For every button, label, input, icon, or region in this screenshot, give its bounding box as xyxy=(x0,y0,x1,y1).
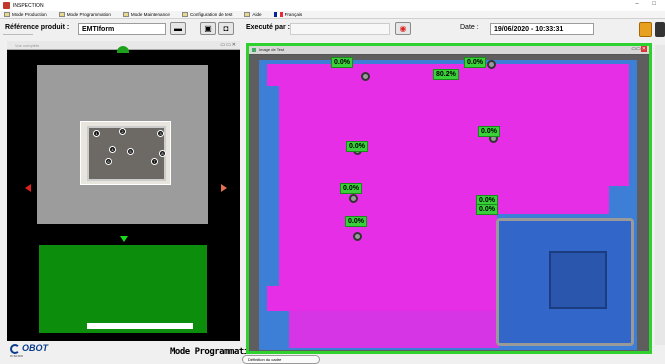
marker: 5 xyxy=(127,148,134,155)
marker: 6 xyxy=(105,158,112,165)
coverage-label: 0.0% xyxy=(476,204,498,215)
panel-controls[interactable]: ▭▭✕ xyxy=(220,42,237,48)
marker: 1 xyxy=(93,130,100,137)
marker: 3 xyxy=(157,130,164,137)
app-icon xyxy=(3,2,10,9)
open-folder-button[interactable]: ▬ xyxy=(170,22,186,35)
programming-icon xyxy=(58,12,65,17)
camera-icon: ◘ xyxy=(223,24,229,33)
maintenance-icon xyxy=(122,12,129,17)
progress-bar xyxy=(87,323,193,329)
previous-arrow-icon[interactable] xyxy=(25,184,31,192)
menu-bar: Mode Production Mode Programmation Mode … xyxy=(0,11,665,19)
production-icon xyxy=(4,12,10,17)
date-label: Date : xyxy=(460,24,479,31)
date-field: 19/06/2020 - 10:33:31 xyxy=(490,23,594,35)
menu-language[interactable]: Français xyxy=(273,12,302,17)
progress-fill xyxy=(88,324,192,328)
pcb-edge-left xyxy=(267,86,279,286)
image-icon xyxy=(252,48,256,52)
marker: 8 xyxy=(159,150,166,157)
logo-icon xyxy=(10,343,20,354)
menu-mode-production[interactable]: Mode Production xyxy=(4,12,47,17)
sub-divider xyxy=(3,32,33,35)
executed-label: Executé par : xyxy=(246,24,290,31)
test-image-panel: Image de Test ▭▭✕ 0.0% 80.2% 0.0% 0.0% 0… xyxy=(246,43,652,354)
mount-hole xyxy=(487,60,496,69)
pcb-edge-right xyxy=(609,186,637,216)
coverage-label: 0.0% xyxy=(346,141,368,152)
result-block xyxy=(39,245,207,333)
test-image-titlebar: Image de Test ▭▭✕ xyxy=(249,46,649,54)
power-button[interactable]: ◉ xyxy=(395,22,411,35)
marker: 2 xyxy=(119,128,126,135)
executed-field[interactable] xyxy=(290,23,390,35)
coverage-label: 0.0% xyxy=(340,183,362,194)
marker: 7 xyxy=(151,158,158,165)
board-thumbnail-image: 1 2 3 4 5 6 7 8 xyxy=(87,126,166,181)
logo: OBOT VISION xyxy=(10,343,48,358)
reference-field[interactable]: EMTIform xyxy=(78,23,166,35)
power-icon: ◉ xyxy=(399,24,407,33)
overview-panel: Vue complète ▭▭✕ 1 2 3 4 5 6 7 8 xyxy=(7,41,240,341)
menu-configuration[interactable]: Configuration de test xyxy=(181,12,232,17)
title-bar: INSPECTION – □ xyxy=(0,0,665,11)
right-edge-panel xyxy=(655,45,665,345)
mount-hole xyxy=(353,232,362,241)
reference-label: Référence produit : xyxy=(5,24,70,31)
coverage-label: 0.0% xyxy=(331,57,353,68)
flag-fr-icon xyxy=(273,12,283,17)
test-image-title: Image de Test xyxy=(259,47,285,52)
toolbar: Référence produit : EMTIform ▬ ▣ ◘ Execu… xyxy=(0,20,665,42)
coverage-label: 0.0% xyxy=(478,126,500,137)
config-icon xyxy=(181,12,188,17)
next-arrow-icon[interactable] xyxy=(221,184,227,192)
menu-mode-maintenance[interactable]: Mode Maintenance xyxy=(122,12,170,17)
menu-aide[interactable]: Aide xyxy=(244,12,262,17)
window-controls[interactable]: – □ xyxy=(635,1,662,7)
camera-button[interactable]: ◘ xyxy=(218,22,234,35)
disk-icon: ▣ xyxy=(204,24,212,33)
defect-region-mid xyxy=(267,211,497,311)
status-indicator xyxy=(117,46,129,53)
folder-icon: ▬ xyxy=(174,24,182,33)
mount-hole xyxy=(361,72,370,81)
down-arrow-icon xyxy=(120,236,128,242)
lock-icon[interactable] xyxy=(639,22,652,37)
coverage-label: 0.0% xyxy=(464,57,486,68)
save-button[interactable]: ▣ xyxy=(200,22,216,35)
defect-region-bottom xyxy=(289,308,499,348)
menu-mode-programmation[interactable]: Mode Programmation xyxy=(58,12,111,17)
window-title: INSPECTION xyxy=(13,2,44,9)
sub-board-chip xyxy=(549,251,607,309)
overview-panel-title: Vue complète xyxy=(15,43,40,48)
defect-region-top xyxy=(267,64,629,214)
help-icon xyxy=(244,12,251,17)
coverage-label: 0.0% xyxy=(345,216,367,227)
image-panel-controls[interactable]: ▭▭✕ xyxy=(631,46,647,52)
marker: 4 xyxy=(109,146,116,153)
board-thumbnail[interactable]: 1 2 3 4 5 6 7 8 xyxy=(80,121,171,185)
coverage-label: 80.2% xyxy=(433,69,459,80)
camera-icon-2[interactable] xyxy=(655,22,665,37)
mount-hole xyxy=(349,194,358,203)
